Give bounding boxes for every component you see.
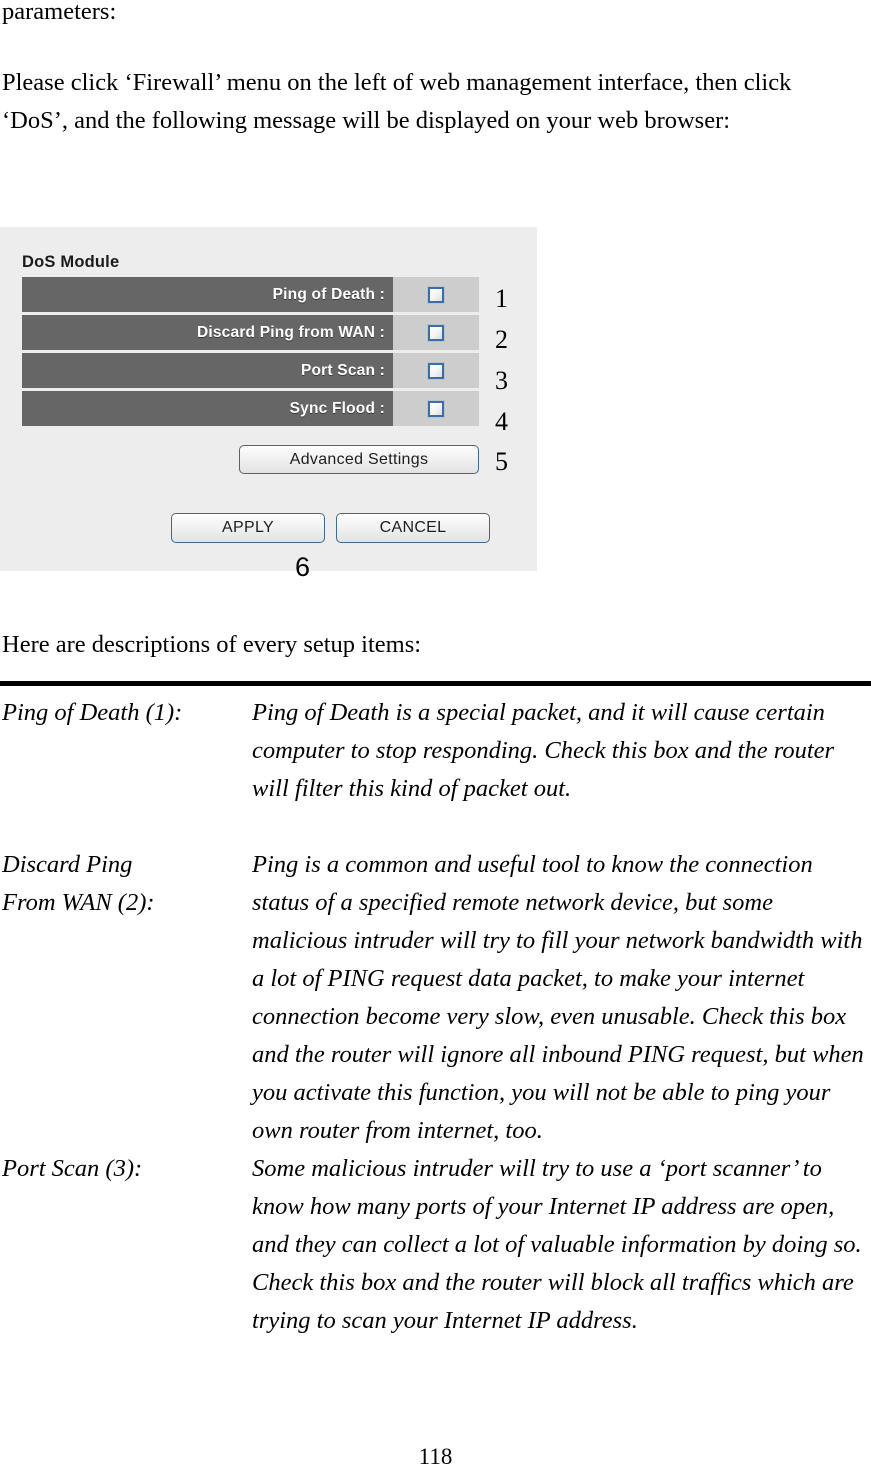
row-value-port-scan bbox=[393, 353, 479, 388]
table-row-discard-ping-from-wan: Discard Ping from WAN : bbox=[22, 315, 479, 350]
row-value-ping-of-death bbox=[393, 277, 479, 312]
row-label-discard-ping-from-wan: Discard Ping from WAN : bbox=[22, 315, 393, 350]
dos-settings-table: Ping of Death : Discard Ping from WAN : … bbox=[22, 277, 479, 429]
advanced-settings-button[interactable]: Advanced Settings bbox=[239, 445, 479, 474]
setup-item-descriptions: Ping of Death (1): Ping of Death is a sp… bbox=[0, 694, 871, 1340]
description-body-ping-of-death: Ping of Death is a special packet, and i… bbox=[252, 699, 841, 802]
table-row-ping-of-death: Ping of Death : bbox=[22, 277, 479, 312]
description-entry-ping-of-death: Ping of Death (1): Ping of Death is a sp… bbox=[0, 694, 871, 808]
table-row-port-scan: Port Scan : bbox=[22, 353, 479, 388]
table-row-sync-flood: Sync Flood : bbox=[22, 391, 479, 426]
apply-button[interactable]: APPLY bbox=[171, 513, 325, 543]
dos-module-panel: DoS Module Ping of Death : Discard Ping … bbox=[0, 227, 537, 571]
paragraph-parameters: parameters: bbox=[2, 0, 117, 25]
description-term-discard-ping-from-wan: Discard Ping From WAN (2): bbox=[2, 851, 155, 916]
description-body-discard-ping-from-wan: Ping is a common and useful tool to know… bbox=[252, 851, 870, 1144]
row-label-ping-of-death: Ping of Death : bbox=[22, 277, 393, 312]
callout-number-2: 2 bbox=[495, 325, 508, 354]
callout-number-5: 5 bbox=[495, 447, 508, 476]
checkbox-sync-flood[interactable] bbox=[427, 399, 445, 418]
paragraph-here-are-descriptions: Here are descriptions of every setup ite… bbox=[2, 631, 422, 658]
cancel-button[interactable]: CANCEL bbox=[336, 513, 490, 543]
callout-number-3: 3 bbox=[495, 366, 508, 395]
callout-number-6: 6 bbox=[295, 552, 311, 582]
description-entry-port-scan: Port Scan (3): Some malicious intruder w… bbox=[0, 1150, 871, 1340]
row-label-sync-flood: Sync Flood : bbox=[22, 391, 393, 426]
section-divider-rule bbox=[0, 681, 871, 686]
dos-module-title: DoS Module bbox=[22, 253, 120, 271]
row-value-discard-ping-from-wan bbox=[393, 315, 479, 350]
description-term-ping-of-death: Ping of Death (1): bbox=[2, 699, 183, 726]
row-value-sync-flood bbox=[393, 391, 479, 426]
callout-number-4: 4 bbox=[495, 407, 508, 436]
row-label-port-scan: Port Scan : bbox=[22, 353, 393, 388]
description-body-port-scan: Some malicious intruder will try to use … bbox=[252, 1155, 868, 1334]
paragraph-intro-instructions: Please click ‘Firewall’ menu on the left… bbox=[2, 69, 798, 134]
page-number: 118 bbox=[418, 1444, 453, 1469]
checkbox-ping-of-death[interactable] bbox=[427, 285, 445, 304]
description-entry-discard-ping-from-wan: Discard Ping From WAN (2): Ping is a com… bbox=[0, 846, 871, 1150]
callout-number-1: 1 bbox=[495, 284, 508, 313]
checkbox-discard-ping-from-wan[interactable] bbox=[427, 323, 445, 342]
description-term-port-scan: Port Scan (3): bbox=[2, 1155, 143, 1182]
checkbox-port-scan[interactable] bbox=[427, 361, 445, 380]
